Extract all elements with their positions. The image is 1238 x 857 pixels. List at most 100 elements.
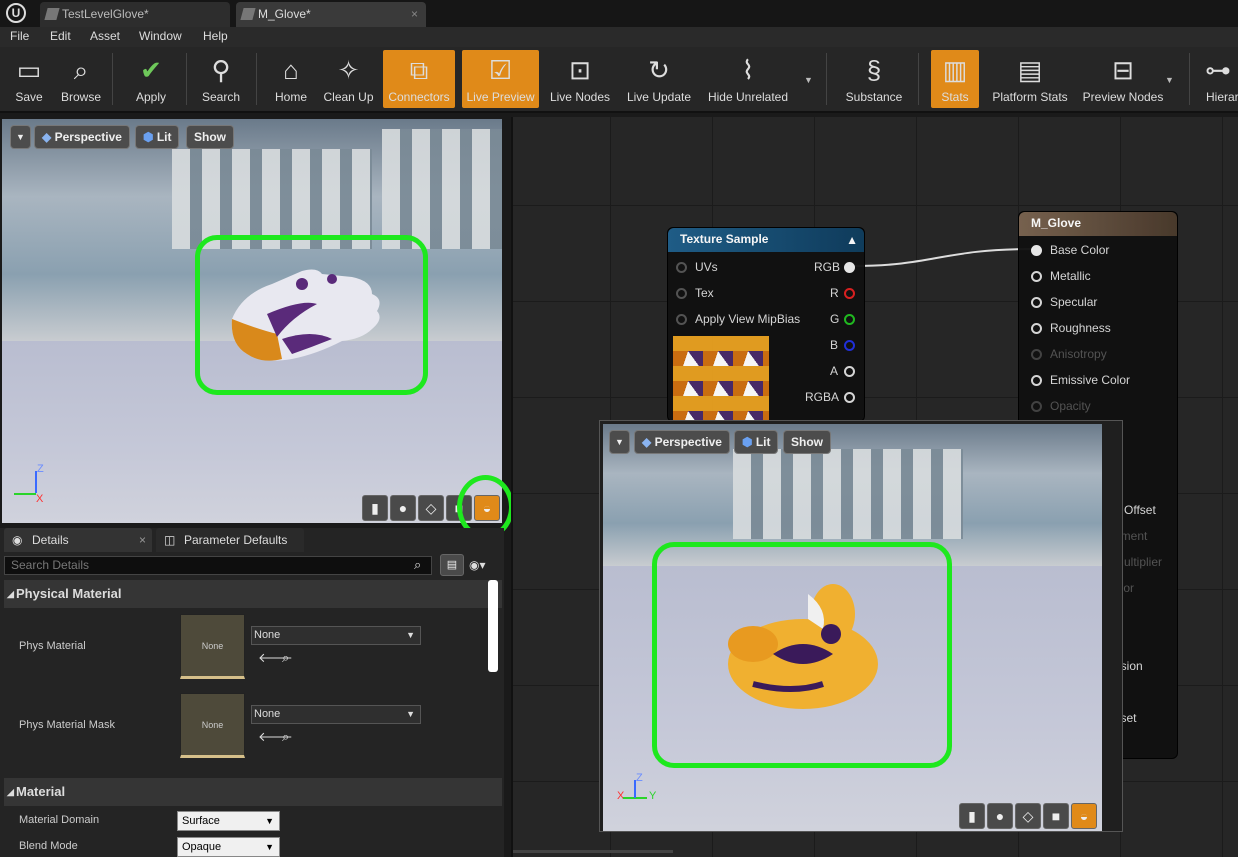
save-button[interactable]: ▭ Save: [4, 50, 54, 108]
tab-details[interactable]: ◉ Details ×: [4, 528, 152, 552]
chevron-down-icon[interactable]: ▼: [1165, 75, 1174, 85]
browse-button[interactable]: ⌕ Browse: [57, 50, 105, 108]
menu-file[interactable]: File: [10, 29, 29, 43]
menu-help[interactable]: Help: [203, 29, 228, 43]
uvs-input-pin[interactable]: [676, 262, 687, 273]
tab-parameter-defaults[interactable]: ◫ Parameter Defaults: [156, 528, 304, 552]
axis-z-line: [634, 780, 636, 798]
g-output-pin[interactable]: [844, 314, 855, 325]
roughness-pin[interactable]: [1031, 323, 1042, 334]
show-button[interactable]: Show: [186, 125, 234, 149]
eye-icon[interactable]: ◉▾: [469, 558, 486, 572]
lit-button[interactable]: ⬢ Lit: [135, 125, 180, 149]
toolbar-divider: [186, 53, 187, 105]
browse-search-icon[interactable]: ⌕: [282, 650, 289, 666]
search-details-input[interactable]: Search Details: [4, 556, 432, 575]
phys-material-label: Phys Material: [19, 640, 86, 652]
stats-button[interactable]: ▥ Stats: [931, 50, 979, 108]
sphere-preview-icon[interactable]: ●: [390, 495, 416, 521]
phys-material-thumbnail[interactable]: None: [180, 614, 245, 679]
preview-nodes-button[interactable]: ⊟ Preview Nodes: [1080, 50, 1166, 108]
plane-preview-icon[interactable]: ◇: [1015, 803, 1041, 829]
graph-scrollbar[interactable]: [513, 850, 673, 853]
menu-asset[interactable]: Asset: [90, 29, 120, 43]
tab-test-level-glove[interactable]: TestLevelGlove*: [40, 2, 230, 27]
viewport-menu-button[interactable]: ▼: [10, 125, 31, 149]
unreal-logo-icon[interactable]: U: [6, 3, 26, 23]
category-material[interactable]: ◢ Material: [4, 778, 502, 806]
toolbar-divider: [918, 53, 919, 105]
show-button[interactable]: Show: [783, 430, 831, 454]
sphere-preview-icon[interactable]: ●: [987, 803, 1013, 829]
search-button[interactable]: ⚲ Search: [195, 50, 247, 108]
blend-mode-select[interactable]: Opaque ▼: [177, 837, 280, 857]
close-icon[interactable]: ×: [411, 2, 418, 26]
connectors-button[interactable]: ⧉ Connectors: [383, 50, 455, 108]
browse-search-icon[interactable]: ⌕: [282, 729, 289, 745]
material-domain-select[interactable]: Surface ▼: [177, 811, 280, 831]
collapse-icon[interactable]: ▲: [846, 229, 858, 251]
live-update-button[interactable]: ↻ Live Update: [621, 50, 697, 108]
hide-unrelated-icon: ⌇: [741, 55, 755, 85]
specular-pin[interactable]: [1031, 297, 1042, 308]
emissive-color-pin[interactable]: [1031, 375, 1042, 386]
perspective-button[interactable]: ◆ Perspective: [34, 125, 130, 149]
tab-label: TestLevelGlove*: [62, 7, 149, 21]
binoculars-icon: ⚲: [211, 55, 231, 85]
chevron-down-icon[interactable]: ▼: [804, 75, 813, 85]
menu-edit[interactable]: Edit: [50, 29, 71, 43]
live-preview-button[interactable]: ☑ Live Preview: [462, 50, 539, 108]
cube-preview-icon[interactable]: ■: [1043, 803, 1069, 829]
base-color-pin[interactable]: [1031, 245, 1042, 256]
clean-up-button[interactable]: ✧ Clean Up: [321, 50, 376, 108]
tab-m-glove[interactable]: M_Glove* ×: [236, 2, 426, 27]
view-options-icon[interactable]: ▤: [440, 554, 464, 576]
preview-viewport[interactable]: ▼ ◆ Perspective ⬢ Lit Show Z X ▮ ● ◇ ■ ◒: [0, 117, 504, 525]
toolbar-divider: [256, 53, 257, 105]
phys-material-mask-combo[interactable]: None ▼: [251, 705, 421, 724]
rgba-output-pin[interactable]: [844, 392, 855, 403]
apply-button[interactable]: ✔ Apply: [124, 50, 178, 108]
anisotropy-pin: [1031, 349, 1042, 360]
a-output-pin[interactable]: [844, 366, 855, 377]
connectors-icon: ⧉: [409, 55, 429, 85]
blend-mode-label: Blend Mode: [19, 840, 78, 852]
uvs-label: UVs: [695, 260, 718, 274]
hierarchy-button[interactable]: ⊶ Hierar: [1198, 50, 1238, 108]
mesh-preview-icon[interactable]: ◒: [1071, 803, 1097, 829]
live-nodes-button[interactable]: ⊡ Live Nodes: [546, 50, 614, 108]
floating-preview-viewport[interactable]: ▼ ◆ Perspective ⬢ Lit Show Z X Y ▮ ● ◇ ■…: [599, 420, 1123, 832]
metallic-pin[interactable]: [1031, 271, 1042, 282]
hide-unrelated-button[interactable]: ⌇ Hide Unrelated: [702, 50, 794, 108]
lit-button[interactable]: ⬢ Lit: [734, 430, 779, 454]
texture-sample-node[interactable]: Texture Sample ▲ UVs Tex Apply View MipBi…: [667, 227, 865, 422]
b-output-pin[interactable]: [844, 340, 855, 351]
menu-window[interactable]: Window: [139, 29, 182, 43]
substance-button[interactable]: § Substance: [840, 50, 908, 108]
details-scrollbar[interactable]: [488, 580, 498, 672]
toolbar-divider: [1189, 53, 1190, 105]
viewport-menu-button[interactable]: ▼: [609, 430, 630, 454]
parameters-icon: ◫: [164, 533, 176, 547]
category-physical-material[interactable]: ◢ Physical Material: [4, 580, 502, 608]
tex-input-pin[interactable]: [676, 288, 687, 299]
save-icon: ▭: [16, 55, 42, 85]
material-domain-label: Material Domain: [19, 814, 100, 826]
r-output-pin[interactable]: [844, 288, 855, 299]
close-icon[interactable]: ×: [139, 528, 146, 552]
roughness-label: Roughness: [1050, 321, 1111, 335]
cylinder-preview-icon[interactable]: ▮: [959, 803, 985, 829]
phys-material-mask-thumbnail[interactable]: None: [180, 693, 245, 758]
phys-material-combo[interactable]: None ▼: [251, 626, 421, 645]
axis-y-label: Y: [649, 790, 657, 802]
axis-z-line: [35, 471, 37, 493]
platform-stats-button[interactable]: ▤ Platform Stats: [987, 50, 1073, 108]
substance-icon: §: [866, 55, 882, 85]
perspective-button[interactable]: ◆ Perspective: [634, 430, 730, 454]
cylinder-preview-icon[interactable]: ▮: [362, 495, 388, 521]
material-icon: [240, 8, 256, 20]
home-button[interactable]: ⌂ Home: [266, 50, 316, 108]
rgb-output-pin[interactable]: [844, 262, 855, 273]
mipbias-input-pin[interactable]: [676, 314, 687, 325]
plane-preview-icon[interactable]: ◇: [418, 495, 444, 521]
